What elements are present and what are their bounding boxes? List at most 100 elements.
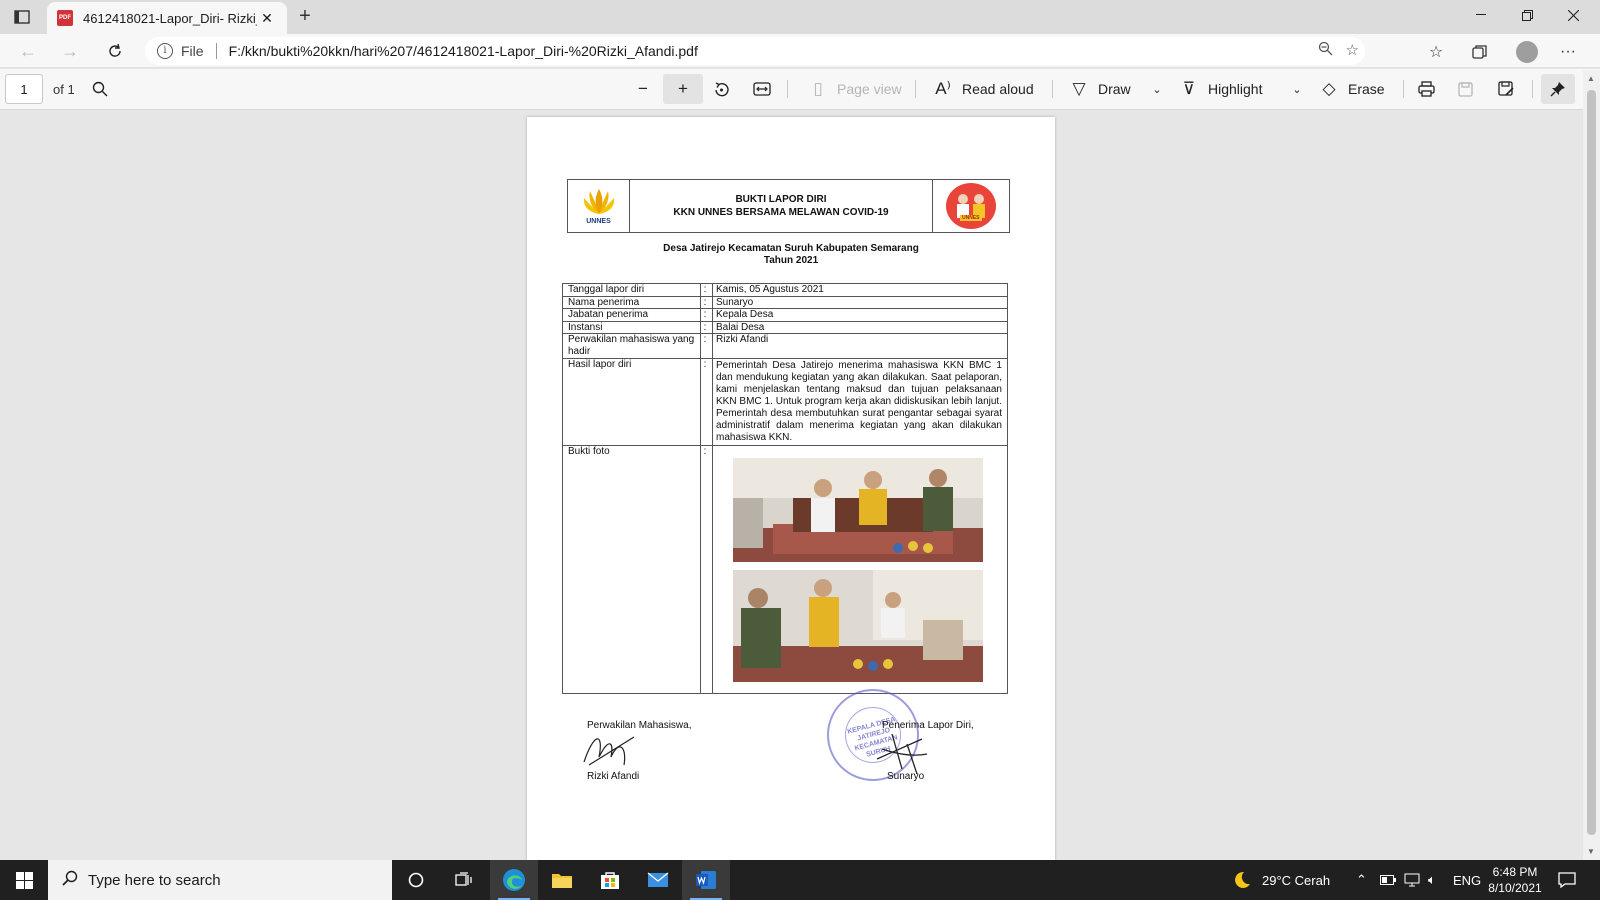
minimize-icon[interactable] — [1458, 0, 1504, 30]
row-label: Hasil lapor diri — [568, 359, 632, 370]
row-label: Perwakilan mahasiswa yang hadir — [568, 334, 695, 357]
draw-button[interactable]: ▽ Draw — [1068, 74, 1131, 104]
unnes-logo-text: UNNES — [586, 217, 611, 225]
row-label: Jabatan penerima — [568, 309, 649, 320]
collections-icon[interactable] — [1469, 41, 1491, 63]
microsoft-store-icon[interactable] — [586, 860, 634, 900]
highlight-options-chevron-icon[interactable]: ⌄ — [1286, 74, 1308, 104]
close-window-icon[interactable] — [1550, 0, 1596, 30]
toolbar-separator — [1403, 80, 1404, 98]
print-icon[interactable] — [1418, 74, 1435, 104]
windows-start-icon[interactable] — [0, 860, 48, 900]
add-favorite-icon[interactable]: ☆ — [1346, 41, 1359, 59]
save-icon[interactable] — [1458, 74, 1473, 104]
header-line-1: BUKTI LAPOR DIRI — [735, 194, 827, 205]
language-indicator[interactable]: ENG — [1453, 860, 1481, 900]
evidence-photo-2 — [733, 570, 983, 682]
rotate-icon[interactable] — [713, 74, 730, 104]
scrollbar-thumb[interactable] — [1587, 90, 1596, 835]
file-explorer-icon[interactable] — [538, 860, 586, 900]
tab-active[interactable]: PDF 4612418021-Lapor_Diri- Rizki_Af ✕ — [47, 2, 287, 34]
weather-text: 29°C Cerah — [1262, 872, 1331, 888]
show-hidden-icons-chevron-icon[interactable]: ⌃ — [1356, 860, 1367, 900]
battery-icon[interactable] — [1380, 860, 1396, 900]
clock-date: 8/10/2021 — [1488, 881, 1542, 895]
toolbar-separator — [787, 80, 788, 98]
unnes-logo: UNNES — [568, 180, 630, 232]
draw-label: Draw — [1098, 81, 1131, 97]
subtitle-line-1: Desa Jatirejo Kecamatan Suruh Kabupaten … — [663, 243, 919, 254]
document-title: BUKTI LAPOR DIRI KKN UNNES BERSAMA MELAW… — [630, 180, 932, 232]
erase-button[interactable]: ◇ Erase — [1318, 74, 1385, 104]
new-tab-button[interactable]: + — [293, 6, 317, 28]
highlight-icon: ⊽ — [1182, 79, 1196, 98]
address-bar[interactable]: i File F:/kkn/bukti%20kkn/hari%207/46124… — [145, 37, 1365, 65]
restore-icon[interactable] — [1504, 0, 1550, 30]
page-total: of 1 — [53, 82, 75, 97]
subtitle-line-2: Tahun 2021 — [763, 255, 819, 266]
signature-right-icon — [876, 733, 928, 775]
draw-icon: ▽ — [1072, 79, 1086, 98]
page-view-label: Page view — [837, 81, 902, 97]
zoom-out-icon[interactable]: − — [632, 74, 654, 104]
zoom-in-icon[interactable]: + — [663, 74, 703, 104]
row-colon: : — [703, 359, 707, 370]
refresh-icon[interactable] — [102, 39, 128, 63]
mail-icon[interactable] — [634, 860, 682, 900]
page-view-button[interactable]: ▯ Page view — [807, 74, 902, 104]
table-row: Tanggal lapor diri : Kamis, 05 Agustus 2… — [563, 284, 1007, 297]
row-label: Tanggal lapor diri — [568, 284, 645, 295]
erase-label: Erase — [1348, 81, 1385, 97]
navigation-bar: ← → i File F:/kkn/bukti%20kkn/hari%207/4… — [0, 34, 1600, 68]
task-view-icon[interactable] — [440, 860, 488, 900]
fit-page-icon[interactable] — [753, 74, 771, 104]
draw-options-chevron-icon[interactable]: ⌄ — [1146, 74, 1168, 104]
weather-widget[interactable]: 29°C Cerah — [1232, 860, 1330, 900]
toolbar-separator — [915, 80, 916, 98]
profile-avatar[interactable] — [1516, 41, 1538, 63]
weather-moon-icon — [1235, 871, 1250, 888]
tab-title: 4612418021-Lapor_Diri- Rizki_Af — [83, 10, 257, 26]
address-separator — [215, 43, 217, 59]
scroll-down-icon[interactable]: ▼ — [1587, 847, 1595, 856]
row-value: Sunaryo — [716, 297, 754, 308]
notifications-icon[interactable] — [1558, 860, 1576, 900]
vertical-scrollbar[interactable]: ▲ ▼ — [1583, 70, 1600, 860]
favorites-icon[interactable]: ☆ — [1425, 41, 1447, 63]
clock-time: 6:48 PM — [1492, 865, 1538, 879]
taskbar-search-input[interactable]: Type here to search — [48, 860, 392, 900]
tab-actions-icon[interactable] — [10, 6, 34, 28]
info-icon[interactable]: i — [157, 43, 173, 59]
cortana-icon[interactable] — [392, 860, 440, 900]
zoom-icon[interactable] — [1318, 41, 1333, 60]
edge-browser-icon[interactable] — [490, 860, 538, 900]
toolbar-separator — [1052, 80, 1053, 98]
row-colon: : — [703, 446, 707, 457]
header-line-2: KKN UNNES BERSAMA MELAWAN COVID-19 — [673, 207, 889, 218]
table-row: Bukti foto : — [563, 446, 1007, 693]
network-icon[interactable] — [1404, 860, 1420, 900]
row-value: Kamis, 05 Agustus 2021 — [716, 284, 824, 295]
row-colon: : — [703, 297, 707, 308]
row-value: Kepala Desa — [716, 309, 774, 320]
save-as-icon[interactable] — [1498, 74, 1514, 104]
read-aloud-button[interactable]: A⁾ Read aloud — [932, 74, 1033, 104]
highlight-button[interactable]: ⊽ Highlight — [1178, 74, 1263, 104]
page-number-input[interactable]: 1 — [5, 74, 43, 104]
more-options-icon[interactable]: ··· — [1557, 41, 1579, 63]
scroll-up-icon[interactable]: ▲ — [1587, 74, 1595, 83]
word-icon[interactable] — [682, 860, 730, 900]
volume-icon[interactable]: 🔈︎ — [1428, 860, 1436, 900]
system-clock[interactable]: 6:48 PM 8/10/2021 — [1480, 864, 1550, 896]
eraser-icon: ◇ — [1322, 79, 1336, 98]
tab-close-icon[interactable]: ✕ — [257, 10, 277, 27]
forward-icon[interactable]: → — [57, 39, 83, 63]
pin-toolbar-icon[interactable] — [1541, 74, 1575, 104]
find-icon[interactable] — [92, 74, 108, 104]
url-text[interactable]: F:/kkn/bukti%20kkn/hari%207/4612418021-L… — [229, 43, 698, 59]
row-colon: : — [703, 322, 707, 333]
back-icon[interactable]: ← — [15, 39, 41, 63]
row-label: Nama penerima — [568, 297, 640, 308]
table-row: Nama penerima : Sunaryo — [563, 297, 1007, 309]
row-value: Balai Desa — [716, 322, 765, 333]
